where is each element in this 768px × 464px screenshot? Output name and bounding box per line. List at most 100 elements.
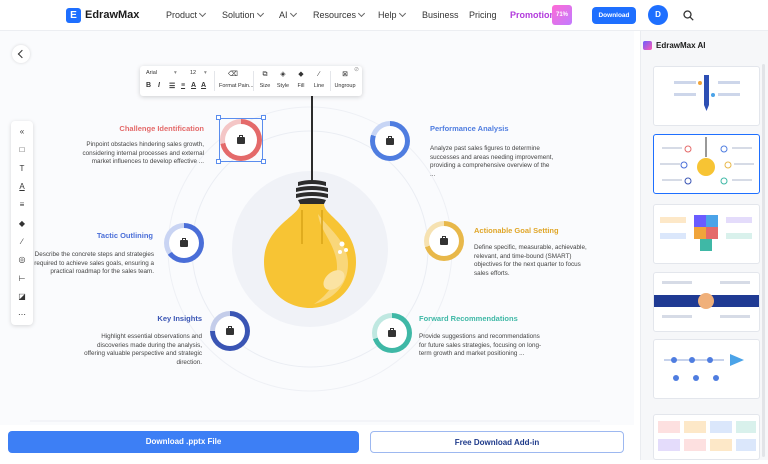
divider: [253, 71, 254, 91]
crop-icon[interactable]: ◪: [11, 290, 33, 304]
download-pptx-button[interactable]: Download .pptx File: [8, 431, 359, 453]
size-icon: ⧉: [262, 71, 268, 78]
template-thumbnail[interactable]: [653, 66, 760, 126]
chevron-down-icon: [289, 9, 297, 18]
pin-icon[interactable]: ⊘: [354, 66, 359, 73]
style-button[interactable]: ◈ Style: [274, 70, 292, 89]
divider: [214, 71, 215, 91]
template-thumbnail[interactable]: [653, 414, 760, 460]
search-icon[interactable]: [683, 10, 694, 21]
nav-item-help[interactable]: Help: [378, 9, 406, 20]
briefcase-icon: [386, 136, 394, 145]
edrawmax-ai-icon: [643, 41, 652, 50]
template-thumbnail-selected[interactable]: [653, 134, 760, 194]
resize-handle[interactable]: [261, 159, 266, 164]
chevron-down-icon: [398, 9, 406, 18]
tactic-icon-ring[interactable]: [164, 223, 204, 263]
item-desc-key-insights[interactable]: Highlight essential observations and dis…: [80, 333, 202, 367]
item-desc-tactic[interactable]: Describe the concrete steps and strategi…: [30, 251, 154, 277]
pen-icon[interactable]: ∕: [11, 235, 33, 249]
style-icon: ◈: [280, 71, 286, 78]
download-button[interactable]: Download: [592, 7, 636, 24]
item-title-key-insights[interactable]: Key Insights: [157, 314, 202, 323]
template-preview: [654, 281, 759, 318]
format-painter-icon: ⌫: [228, 71, 238, 78]
shape-rectangle-icon[interactable]: □: [11, 143, 33, 157]
promotion-link[interactable]: Promotion: [510, 10, 555, 20]
briefcase-icon: [226, 326, 234, 335]
align-icon[interactable]: ≡: [11, 198, 33, 212]
item-title-goal-setting[interactable]: Actionable Goal Setting: [474, 226, 559, 235]
nav-item-business[interactable]: Business: [422, 10, 459, 20]
key-insights-icon-ring[interactable]: [210, 311, 250, 351]
layers-icon[interactable]: ◎: [11, 253, 33, 267]
sidebar-scrollbar[interactable]: [762, 64, 765, 457]
logo-text[interactable]: EdrawMax: [85, 9, 139, 21]
highlight-icon[interactable]: A: [201, 82, 206, 89]
format-painter-button[interactable]: ⌫ Format Pain...: [219, 70, 254, 89]
briefcase-icon: [440, 236, 448, 245]
nav-item-resources[interactable]: Resources: [313, 9, 366, 20]
chevron-down-icon: [357, 9, 366, 18]
recommendations-icon-ring[interactable]: [372, 313, 412, 353]
template-thumbnail[interactable]: [653, 204, 760, 264]
fill-bucket-icon[interactable]: ◆: [11, 217, 33, 231]
tool-palette: « □ T A ≡ ◆ ∕ ◎ ⊢ ◪ ⋯: [11, 121, 33, 325]
briefcase-icon: [180, 238, 188, 247]
italic-icon[interactable]: I: [158, 82, 160, 89]
edrawmax-logo-icon[interactable]: E: [66, 8, 81, 23]
format-toolbar: Arial ▾ 12 ▾ B I ☰ ≡ A A ⌫ Format Pain..…: [140, 66, 362, 96]
template-thumbnail[interactable]: [653, 272, 760, 332]
item-desc-goal-setting[interactable]: Define specific, measurable, achievable,…: [474, 244, 596, 278]
template-preview: [658, 421, 756, 451]
avatar[interactable]: D: [648, 5, 668, 25]
template-thumbnail[interactable]: [653, 339, 760, 399]
font-size-select[interactable]: 12: [190, 70, 196, 76]
promotion-badge[interactable]: 71%: [552, 5, 572, 25]
text-icon[interactable]: T: [11, 162, 33, 176]
item-title-challenge[interactable]: Challenge Identification: [119, 124, 204, 133]
sidebar-title: EdrawMax AI: [656, 41, 706, 50]
nav-item-product[interactable]: Product: [166, 9, 207, 20]
chevron-down-icon: [198, 9, 207, 18]
font-select[interactable]: Arial: [146, 70, 157, 76]
line-icon: ∕: [318, 71, 320, 78]
template-preview: [660, 137, 754, 185]
font-color-icon[interactable]: A: [191, 82, 196, 89]
chevron-down-icon: [256, 9, 264, 18]
item-desc-recommendations[interactable]: Provide suggestions and recommendations …: [419, 333, 543, 359]
nav-item-pricing[interactable]: Pricing: [469, 10, 497, 20]
item-desc-challenge[interactable]: Pinpoint obstacles hindering sales growt…: [80, 141, 204, 167]
line-button[interactable]: ∕ Line: [310, 70, 328, 89]
font-size-arrow-icon[interactable]: ▾: [204, 70, 207, 76]
top-navigation: E EdrawMax Product Solution AI Resources…: [0, 0, 768, 31]
size-button[interactable]: ⧉ Size: [256, 70, 274, 89]
nav-item-ai[interactable]: AI: [279, 9, 297, 20]
distribute-icon[interactable]: ⊢: [11, 272, 33, 286]
resize-handle[interactable]: [216, 159, 221, 164]
resize-handle[interactable]: [216, 115, 221, 120]
template-preview: [660, 215, 752, 251]
more-icon[interactable]: ⋯: [11, 308, 33, 322]
free-addin-button[interactable]: Free Download Add-in: [370, 431, 624, 453]
lightbulb-illustration: [264, 94, 356, 308]
item-title-recommendations[interactable]: Forward Recommendations: [419, 314, 518, 323]
resize-handle[interactable]: [261, 115, 266, 120]
nav-item-solution[interactable]: Solution: [222, 9, 264, 20]
align-icon[interactable]: ☰: [169, 82, 175, 90]
bold-icon[interactable]: B: [146, 82, 151, 89]
item-desc-performance[interactable]: Analyze past sales figures to determine …: [430, 145, 556, 179]
underline-icon[interactable]: ≡: [181, 82, 185, 89]
selection-box[interactable]: [219, 118, 263, 162]
goal-setting-icon-ring[interactable]: [424, 221, 464, 261]
template-preview: [664, 354, 744, 381]
font-color-icon[interactable]: A: [11, 180, 33, 194]
performance-icon-ring[interactable]: [370, 121, 410, 161]
fill-icon: ◆: [298, 71, 304, 78]
font-select-arrow-icon[interactable]: ▾: [174, 70, 177, 76]
fill-button[interactable]: ◆ Fill: [292, 70, 310, 89]
collapse-icon[interactable]: «: [11, 125, 33, 139]
template-preview: [674, 75, 740, 111]
item-title-tactic[interactable]: Tactic Outlining: [97, 231, 153, 240]
item-title-performance[interactable]: Performance Analysis: [430, 124, 509, 133]
